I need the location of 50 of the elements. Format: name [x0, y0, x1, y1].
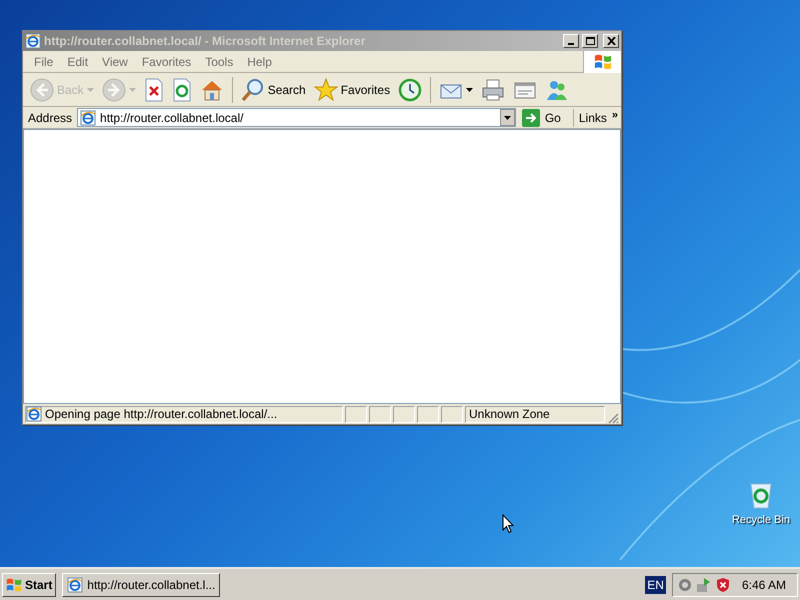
browser-icon [67, 576, 84, 592]
minimize-button[interactable] [563, 34, 579, 48]
arrow-right-icon [522, 108, 540, 126]
close-icon [606, 37, 616, 45]
refresh-icon [172, 78, 192, 102]
page-icon [26, 406, 42, 422]
page-icon [80, 110, 96, 126]
favorites-button[interactable]: Favorites [310, 76, 394, 104]
shield-icon[interactable] [716, 576, 730, 592]
windows-flag-icon [594, 52, 612, 70]
taskbar-task[interactable]: http://router.collabnet.l... [62, 572, 220, 596]
star-icon [314, 78, 338, 102]
caret-icon [86, 88, 94, 92]
maximize-button[interactable] [582, 34, 598, 48]
clock[interactable]: 6:46 AM [742, 576, 786, 594]
resize-grip-icon[interactable] [607, 412, 619, 424]
printer-icon [481, 78, 506, 102]
clock-icon [398, 78, 422, 102]
mouse-cursor-icon [502, 514, 514, 534]
address-field[interactable]: http://router.collabnet.local/ [77, 108, 516, 127]
caret-icon [466, 88, 474, 92]
go-button[interactable]: Go [518, 108, 574, 126]
start-button[interactable]: Start [2, 572, 56, 596]
language-indicator[interactable]: EN [645, 576, 666, 594]
status-pane [441, 406, 463, 422]
status-pane [393, 406, 415, 422]
status-text-pane: Opening page http://router.collabnet.local/... [25, 406, 343, 422]
menu-item[interactable]: Favorites [134, 52, 198, 70]
dropdown-button[interactable] [500, 109, 515, 126]
caret-icon [128, 88, 136, 92]
browser-icon [25, 33, 41, 49]
search-button[interactable]: Search [238, 76, 309, 104]
search-icon [240, 78, 265, 102]
stop-icon [144, 78, 164, 102]
caret-icon [504, 116, 511, 120]
menu-item[interactable]: Help [240, 52, 279, 70]
close-button[interactable] [603, 34, 619, 48]
speaker-icon[interactable] [678, 578, 692, 592]
status-pane [369, 406, 391, 422]
zone-pane: Unknown Zone [465, 406, 605, 422]
status-pane [417, 406, 439, 422]
menu-item[interactable]: File [27, 52, 60, 70]
menu-item[interactable]: Edit [60, 52, 96, 70]
menu-item[interactable]: View [95, 52, 135, 70]
menu-item[interactable]: Tools [198, 52, 240, 70]
status-pane [345, 406, 367, 422]
windows-flag-icon [6, 576, 22, 592]
chevron-button[interactable]: » [612, 107, 618, 124]
links-button[interactable]: Links [576, 108, 609, 126]
address-label: Address [27, 110, 74, 126]
